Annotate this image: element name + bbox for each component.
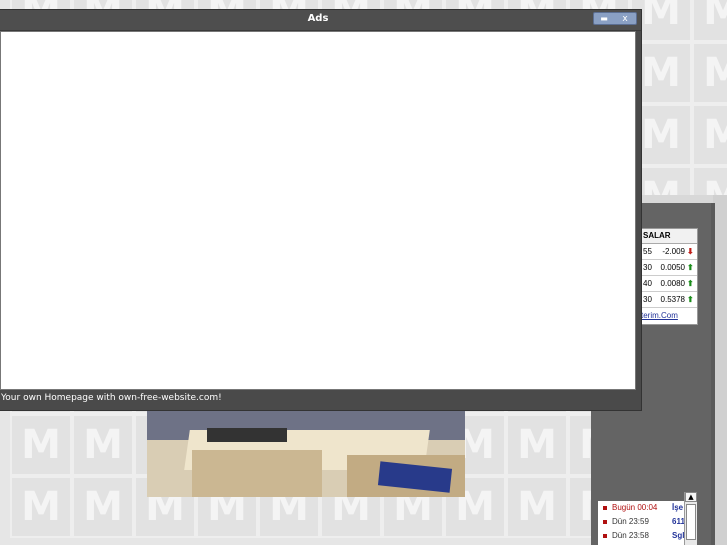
forex-value: 0.0050	[660, 263, 685, 272]
forex-prefix: 40	[643, 279, 652, 288]
scroll-thumb[interactable]	[686, 504, 696, 540]
news-title[interactable]: İşe	[672, 501, 683, 515]
news-title[interactable]: Sgl	[672, 529, 684, 543]
bullet-icon	[603, 534, 607, 538]
right-edge-panel	[713, 195, 727, 545]
scroll-up-icon[interactable]: ▲	[685, 492, 697, 502]
arrow-down-icon: ⬇	[687, 247, 694, 256]
background-tile: M	[10, 476, 72, 538]
background-tile: M	[692, 0, 727, 42]
forex-prefix: 55	[643, 247, 652, 256]
news-time: Dün 23:59	[612, 517, 649, 526]
ad-content-area	[0, 31, 636, 390]
photo-equipment	[207, 428, 287, 442]
background-tile: M	[506, 414, 568, 476]
news-item[interactable]: Dün 23:58 Sgl	[598, 529, 684, 543]
arrow-up-icon: ⬆	[687, 295, 694, 304]
background-tile: M	[72, 414, 134, 476]
news-scrollbar[interactable]: ▲	[684, 492, 697, 545]
dialog-title: Ads	[307, 13, 329, 24]
forex-value: 0.5378	[660, 295, 685, 304]
bullet-icon	[603, 520, 607, 524]
office-photo	[147, 410, 465, 497]
forex-value: 0.0080	[660, 279, 685, 288]
right-divider	[711, 203, 715, 545]
close-icon[interactable]: x	[618, 14, 632, 24]
dialog-footer-text: Your own Homepage with own-free-website.…	[1, 393, 222, 403]
ads-dialog: Ads ▬ x Your own Homepage with own-free-…	[0, 9, 642, 411]
forex-prefix: 30	[643, 263, 652, 272]
arrow-up-icon: ⬆	[687, 263, 694, 272]
window-controls: ▬ x	[593, 12, 637, 25]
dialog-titlebar[interactable]: Ads ▬ x	[0, 10, 641, 31]
maximize-icon[interactable]: ▬	[597, 15, 611, 23]
background-tile: M	[10, 414, 72, 476]
news-title[interactable]: 611	[672, 515, 684, 529]
background-tile: M	[692, 42, 727, 104]
background-tile: M	[72, 476, 134, 538]
forex-prefix: 30	[643, 295, 652, 304]
photo-cabinet	[192, 450, 322, 497]
bullet-icon	[603, 506, 607, 510]
background-tile: M	[506, 476, 568, 538]
news-item[interactable]: Dün 23:59 611	[598, 515, 684, 529]
news-item[interactable]: Bugün 00:04 İşe	[598, 501, 684, 515]
news-time: Dün 23:58	[612, 531, 649, 540]
forex-value: -2.009	[662, 247, 685, 256]
news-time: Bugün 00:04	[612, 503, 658, 512]
background-tile: M	[692, 104, 727, 166]
arrow-up-icon: ⬆	[687, 279, 694, 288]
news-list: Bugün 00:04 İşe Dün 23:59 611 Dün 23:58 …	[598, 501, 684, 545]
